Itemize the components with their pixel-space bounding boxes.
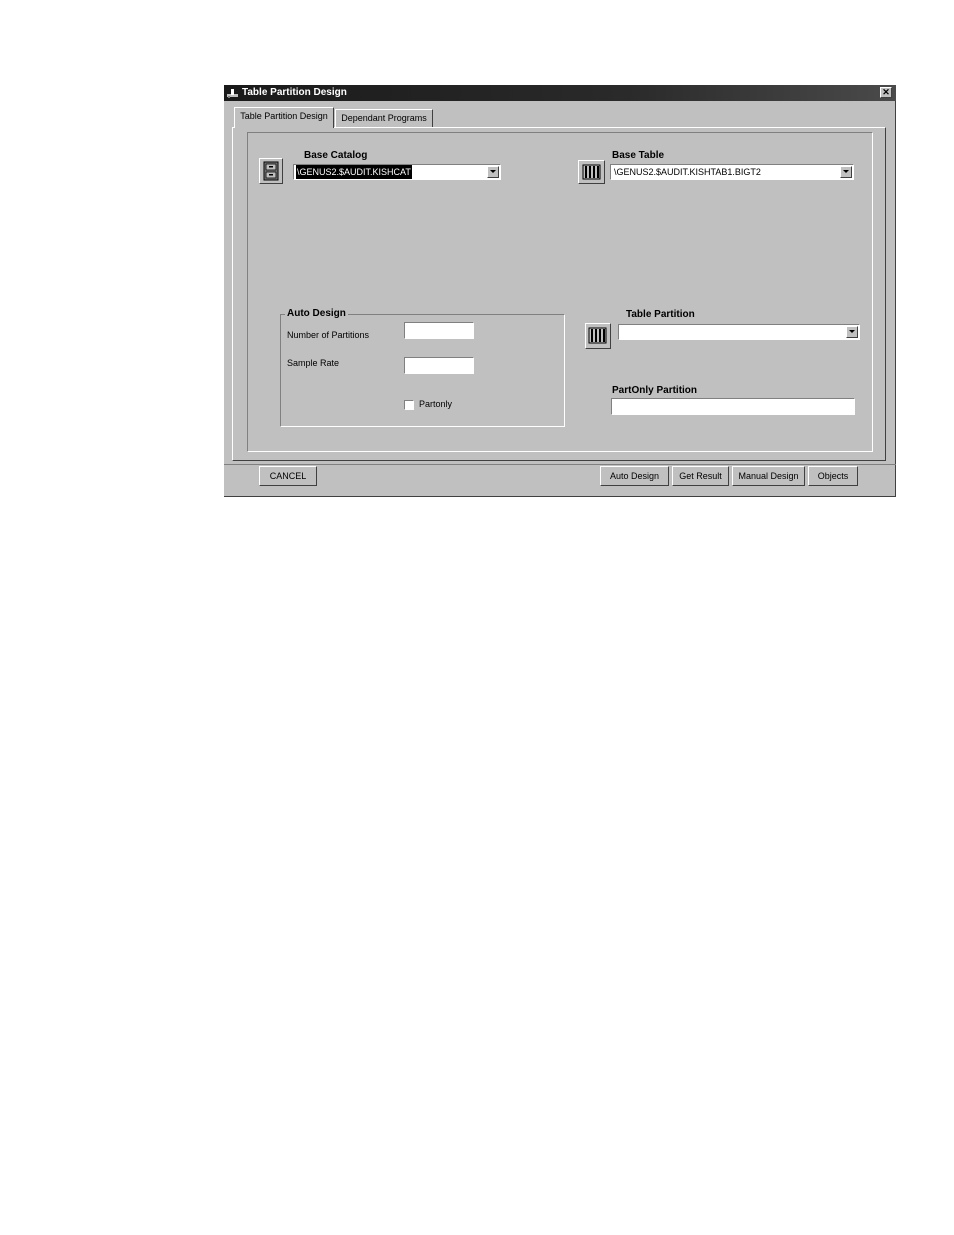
sample-rate-input[interactable]: [404, 357, 474, 374]
chevron-down-icon[interactable]: [487, 166, 499, 178]
cancel-button[interactable]: CANCEL: [259, 466, 317, 486]
table-partition-label: Table Partition: [626, 309, 695, 320]
base-table-combo[interactable]: \GENUS2.$AUDIT.KISHTAB1.BIGT2: [610, 164, 854, 180]
table-columns-icon: [582, 164, 601, 180]
base-catalog-combo[interactable]: \GENUS2.$AUDIT.KISHCAT: [293, 164, 501, 180]
auto-design-button-label: Auto Design: [609, 471, 660, 481]
get-result-button-label: Get Result: [679, 471, 722, 481]
get-result-button[interactable]: Get Result: [672, 466, 729, 486]
app-icon: [227, 89, 238, 98]
table-partition-combo[interactable]: [618, 324, 860, 340]
number-of-partitions-input[interactable]: [404, 322, 474, 339]
objects-button-label: Objects: [817, 471, 849, 481]
divider: [224, 464, 896, 465]
table-partition-icon-button[interactable]: [585, 323, 611, 349]
close-icon: ✕: [882, 87, 890, 97]
tab-label: Dependant Programs: [341, 113, 427, 123]
partonly-partition-label: PartOnly Partition: [612, 385, 698, 396]
manual-design-button-label: Manual Design: [738, 471, 799, 481]
manual-design-button[interactable]: Manual Design: [732, 466, 805, 486]
chevron-down-icon[interactable]: [846, 326, 858, 338]
objects-button[interactable]: Objects: [808, 466, 858, 486]
sample-rate-label: Sample Rate: [287, 358, 340, 368]
table-partition-design-window: Table Partition Design ✕ Table Partition…: [224, 85, 896, 497]
base-table-icon-button[interactable]: [578, 160, 605, 184]
cabinet-icon: [263, 161, 279, 181]
tab-dependant-programs[interactable]: Dependant Programs: [335, 109, 433, 127]
partonly-checkbox[interactable]: [404, 400, 414, 410]
partonly-label: Partonly: [419, 399, 453, 409]
partonly-partition-input[interactable]: [611, 398, 855, 415]
base-catalog-label: Base Catalog: [304, 150, 368, 161]
auto-design-button[interactable]: Auto Design: [600, 466, 669, 486]
chevron-down-icon[interactable]: [840, 166, 852, 178]
base-table-value: \GENUS2.$AUDIT.KISHTAB1.BIGT2: [614, 167, 761, 177]
auto-design-group-label: Auto Design: [285, 308, 348, 319]
window-title: Table Partition Design: [242, 87, 347, 98]
base-catalog-icon-button[interactable]: [259, 158, 283, 184]
tab-table-partition-design[interactable]: Table Partition Design: [234, 107, 334, 128]
base-catalog-value: \GENUS2.$AUDIT.KISHCAT: [296, 165, 412, 179]
close-button[interactable]: ✕: [880, 87, 892, 98]
cancel-button-label: CANCEL: [269, 471, 307, 481]
table-columns-icon: [588, 327, 607, 344]
title-bar[interactable]: Table Partition Design ✕: [224, 85, 896, 101]
base-table-label: Base Table: [612, 150, 665, 161]
tab-label: Table Partition Design: [240, 111, 328, 121]
number-of-partitions-label: Number of Partitions: [287, 330, 370, 340]
